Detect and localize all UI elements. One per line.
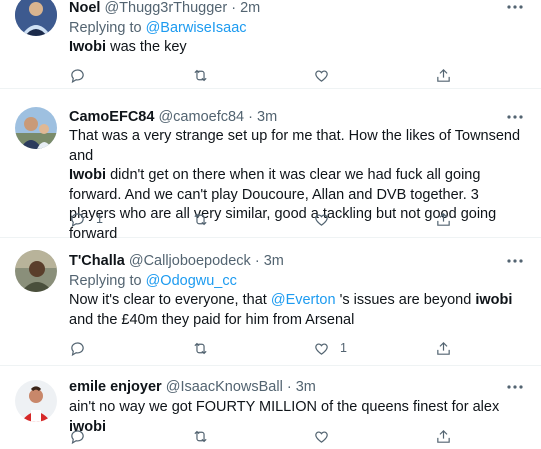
share-icon bbox=[437, 341, 450, 355]
avatar[interactable] bbox=[15, 107, 57, 149]
like-button[interactable] bbox=[313, 66, 330, 84]
reply-button[interactable] bbox=[69, 66, 86, 84]
display-name[interactable]: Noel bbox=[69, 0, 100, 16]
separator: · bbox=[231, 0, 237, 16]
replying-to-link[interactable]: @BarwiseIsaac bbox=[146, 20, 247, 36]
reply-icon bbox=[71, 68, 84, 83]
tweet-text-part: was the key bbox=[106, 39, 187, 55]
reply-button[interactable] bbox=[69, 339, 86, 357]
action-bar bbox=[69, 66, 529, 84]
tweet-text-part: ain't no way we got FOURTY MILLION of th… bbox=[69, 399, 500, 415]
replying-label: Replying to bbox=[69, 273, 142, 289]
tweet-header: emile enjoyer @IsaacKnowsBall · 3m bbox=[69, 378, 316, 396]
share-icon bbox=[437, 68, 450, 82]
replying-label: Replying to bbox=[69, 20, 142, 36]
reply-icon bbox=[71, 212, 84, 227]
action-bar bbox=[69, 427, 529, 445]
highlight-term: Iwobi bbox=[69, 167, 107, 183]
heart-icon bbox=[315, 342, 328, 355]
share-button[interactable] bbox=[435, 66, 452, 84]
retweet-icon bbox=[194, 213, 207, 225]
separator: · bbox=[248, 109, 253, 125]
tweet-header: Noel @Thugg3rThugger · 2m bbox=[69, 0, 260, 17]
tweet-text-part: Now it's clear to everyone, that bbox=[69, 292, 271, 308]
action-bar: 1 bbox=[69, 210, 529, 228]
user-handle[interactable]: @camoefc84 bbox=[158, 109, 244, 125]
tweet-header: T'Challa @Calljoboepodeck · 3m bbox=[69, 252, 284, 270]
tweet-text-part: That was a very strange set up for me th… bbox=[69, 128, 521, 164]
like-button[interactable] bbox=[313, 210, 330, 228]
retweet-icon bbox=[194, 69, 207, 81]
tweet-tchalla[interactable]: T'Challa @Calljoboepodeck · 3m Replying … bbox=[0, 238, 541, 366]
like-button[interactable] bbox=[313, 427, 330, 445]
tweet-text: Now it's clear to everyone, that @Everto… bbox=[69, 291, 514, 330]
display-name[interactable]: emile enjoyer bbox=[69, 379, 162, 395]
replying-to-link[interactable]: @Odogwu_cc bbox=[146, 273, 237, 289]
avatar-image bbox=[15, 0, 57, 36]
reply-icon bbox=[71, 341, 84, 356]
more-icon[interactable] bbox=[504, 254, 526, 272]
mention-link[interactable]: @Everton bbox=[271, 292, 336, 308]
tweet-text-part: 's issues are beyond bbox=[335, 292, 476, 308]
heart-icon bbox=[315, 213, 328, 226]
separator: · bbox=[286, 379, 292, 395]
avatar[interactable] bbox=[15, 0, 57, 36]
tweet-text-part: and the £40m they paid for him from Arse… bbox=[69, 311, 355, 328]
reply-count: 1 bbox=[96, 212, 103, 226]
retweet-button[interactable] bbox=[192, 210, 209, 228]
retweet-icon bbox=[194, 430, 207, 442]
share-icon bbox=[437, 212, 450, 226]
share-button[interactable] bbox=[435, 210, 452, 228]
tweet-text-part: didn't get on there when it was clear we… bbox=[69, 167, 497, 242]
more-icon[interactable] bbox=[504, 380, 526, 398]
retweet-button[interactable] bbox=[192, 427, 209, 445]
replying-to: Replying to @BarwiseIsaac bbox=[69, 19, 247, 37]
retweet-icon bbox=[194, 342, 207, 354]
share-button[interactable] bbox=[435, 339, 452, 357]
avatar[interactable] bbox=[15, 380, 57, 422]
avatar-image bbox=[15, 380, 57, 422]
user-handle[interactable]: @Calljoboepodeck bbox=[129, 253, 251, 269]
reply-button[interactable] bbox=[69, 427, 86, 445]
like-button[interactable]: 1 bbox=[313, 339, 347, 357]
reply-button[interactable]: 1 bbox=[69, 210, 103, 228]
tweet-camoefc84[interactable]: CamoEFC84 @camoefc84 · 3m That was a ver… bbox=[0, 89, 541, 242]
more-icon[interactable] bbox=[504, 110, 526, 128]
timestamp[interactable]: 3m bbox=[264, 253, 284, 269]
timestamp[interactable]: 3m bbox=[257, 109, 277, 125]
highlight-term: iwobi bbox=[475, 292, 513, 308]
timestamp[interactable]: 2m bbox=[240, 0, 260, 16]
avatar-image bbox=[15, 250, 57, 292]
avatar-image bbox=[15, 107, 57, 149]
like-count: 1 bbox=[340, 341, 347, 355]
share-icon bbox=[437, 429, 450, 443]
display-name[interactable]: T'Challa bbox=[69, 253, 125, 269]
tweet-emile-enjoyer[interactable]: emile enjoyer @IsaacKnowsBall · 3m ain't… bbox=[0, 366, 541, 449]
reply-icon bbox=[71, 429, 84, 444]
timestamp[interactable]: 3m bbox=[296, 379, 316, 395]
avatar[interactable] bbox=[15, 250, 57, 292]
highlight-term: Iwobi bbox=[69, 39, 107, 55]
heart-icon bbox=[315, 430, 328, 443]
replying-to: Replying to @Odogwu_cc bbox=[69, 272, 237, 290]
user-handle[interactable]: @IsaacKnowsBall bbox=[166, 379, 283, 395]
separator: · bbox=[254, 253, 260, 269]
tweet-text: Iwobi was the key bbox=[69, 38, 529, 58]
retweet-button[interactable] bbox=[192, 339, 209, 357]
action-bar: 1 bbox=[69, 339, 529, 357]
heart-icon bbox=[315, 69, 328, 82]
tweet-noel[interactable]: Noel @Thugg3rThugger · 2m Replying to @B… bbox=[0, 0, 541, 89]
more-icon[interactable] bbox=[504, 0, 526, 18]
retweet-button[interactable] bbox=[192, 66, 209, 84]
user-handle[interactable]: @Thugg3rThugger bbox=[104, 0, 227, 16]
share-button[interactable] bbox=[435, 427, 452, 445]
display-name[interactable]: CamoEFC84 bbox=[69, 109, 154, 125]
tweet-header: CamoEFC84 @camoefc84 · 3m bbox=[69, 108, 277, 126]
